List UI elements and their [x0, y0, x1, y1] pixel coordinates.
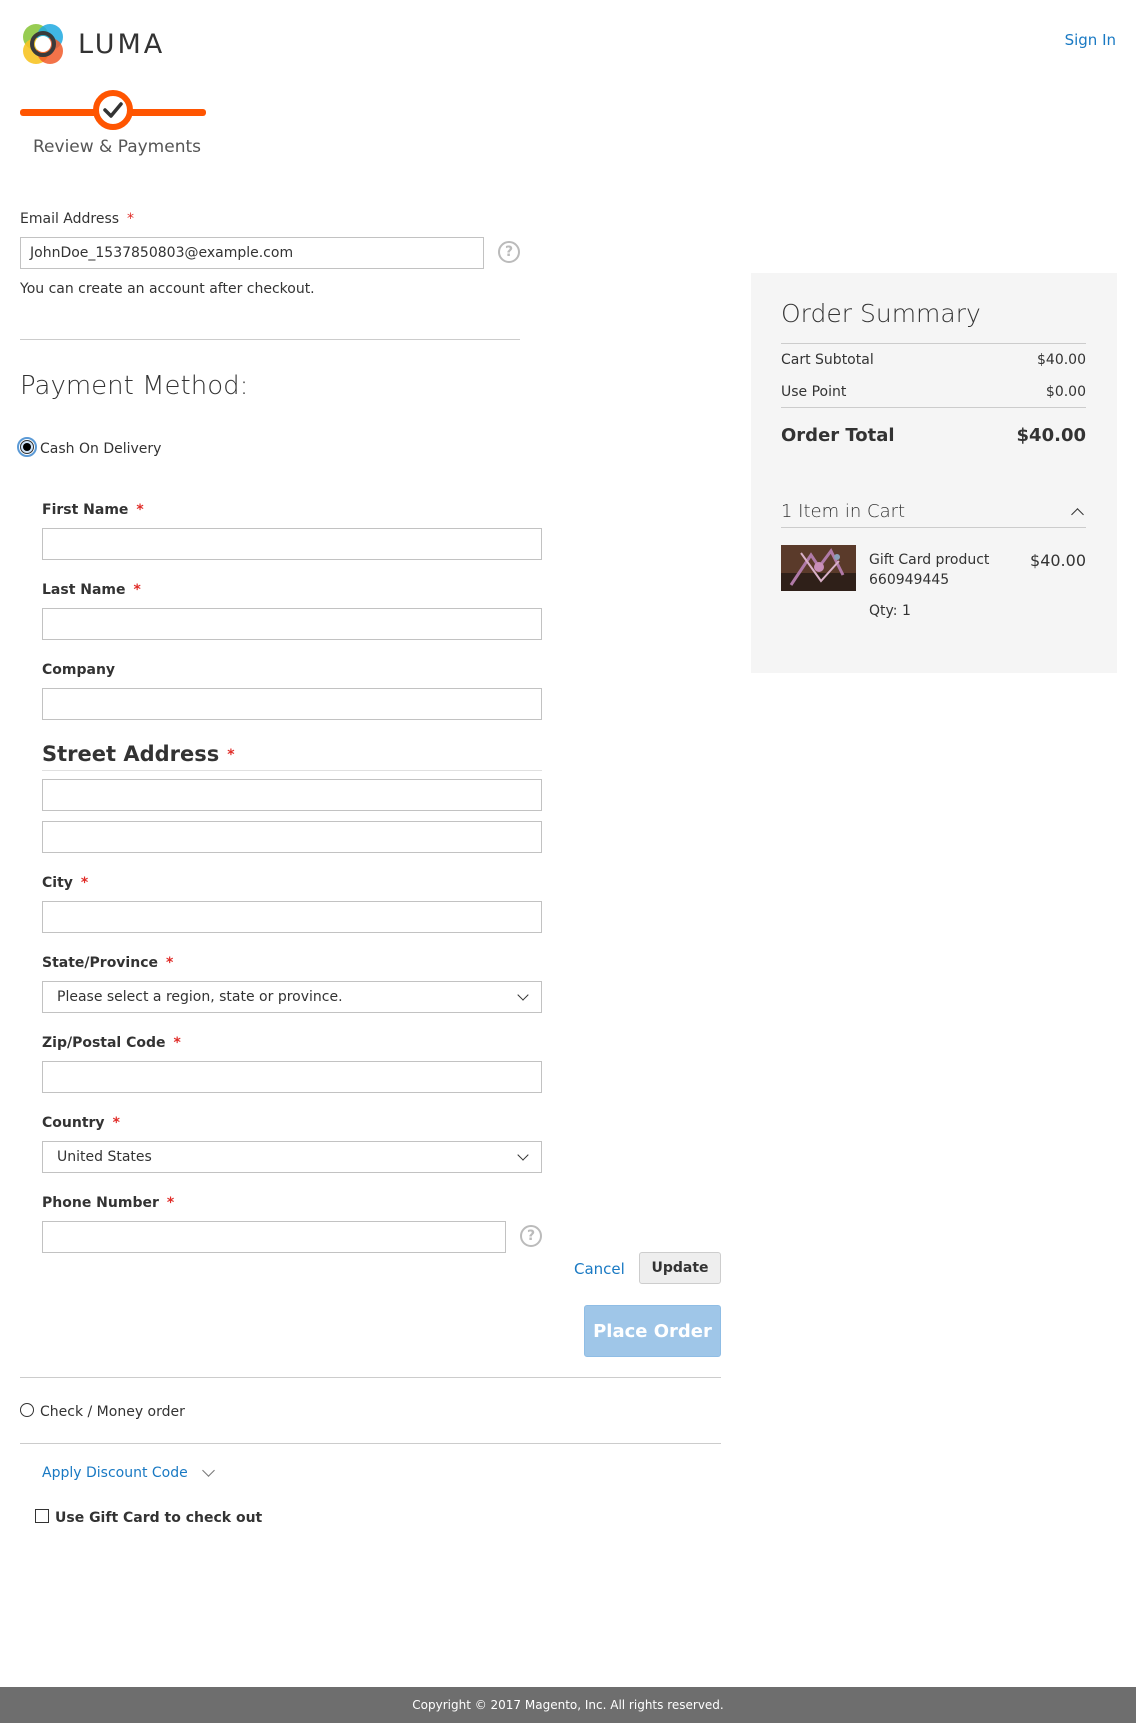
footer: Copyright © 2017 Magento, Inc. All right…	[0, 1687, 1136, 1723]
zip-label: Zip/Postal Code *	[42, 1035, 181, 1051]
progress-step-marker	[93, 90, 133, 130]
company-field[interactable]	[42, 688, 542, 720]
first-name-label: First Name *	[42, 502, 144, 518]
radio-selected-dot	[23, 443, 31, 451]
apply-discount-label[interactable]: Apply Discount Code	[42, 1465, 188, 1481]
email-note: You can create an account after checkout…	[20, 281, 315, 297]
state-label: State/Province *	[42, 955, 173, 971]
state-select[interactable]: Please select a region, state or provinc…	[42, 981, 542, 1013]
use-gift-card-checkbox[interactable]	[35, 1509, 49, 1523]
chevron-up-icon	[1071, 508, 1084, 521]
product-name: Gift Card product	[869, 552, 990, 568]
progress-step-label: Review & Payments	[33, 137, 201, 157]
required-marker: *	[127, 211, 135, 227]
divider	[20, 1443, 721, 1444]
sign-in-link[interactable]: Sign In	[1065, 31, 1116, 49]
required-marker: *	[227, 747, 235, 763]
required-marker: *	[166, 955, 174, 971]
country-label-text: Country	[42, 1115, 105, 1131]
phone-label: Phone Number *	[42, 1195, 174, 1211]
required-marker: *	[80, 875, 89, 891]
street-address-line-1[interactable]	[42, 779, 542, 811]
check-money-order-radio[interactable]	[20, 1403, 34, 1417]
cart-subtotal-value: $40.00	[1037, 352, 1086, 368]
question-icon[interactable]: ?	[520, 1225, 542, 1247]
street-address-heading-text: Street Address	[42, 742, 220, 766]
check-money-order-label[interactable]: Check / Money order	[40, 1404, 185, 1420]
zip-field[interactable]	[42, 1061, 542, 1093]
use-gift-card-label[interactable]: Use Gift Card to check out	[55, 1510, 262, 1526]
country-select-value: United States	[57, 1149, 152, 1165]
product-qty: Qty: 1	[869, 603, 911, 619]
use-point-value: $0.00	[1045, 384, 1086, 400]
phone-label-text: Phone Number	[42, 1195, 159, 1211]
order-summary-panel	[751, 273, 1117, 673]
payment-method-heading: Payment Method:	[20, 371, 249, 401]
cart-subtotal-label: Cart Subtotal	[781, 352, 874, 368]
email-label-text: Email Address	[20, 211, 120, 227]
update-button[interactable]: Update	[639, 1252, 721, 1284]
last-name-label: Last Name *	[42, 582, 141, 598]
product-thumbnail[interactable]	[781, 545, 856, 591]
cash-on-delivery-radio[interactable]	[17, 437, 37, 457]
company-label: Company	[42, 662, 116, 678]
question-icon[interactable]: ?	[498, 241, 520, 263]
cancel-link[interactable]: Cancel	[574, 1260, 625, 1278]
luma-logo-icon	[23, 24, 63, 64]
chevron-down-icon	[201, 1464, 215, 1477]
state-label-text: State/Province	[42, 955, 158, 971]
last-name-field[interactable]	[42, 608, 542, 640]
city-label-text: City	[42, 875, 73, 891]
required-marker: *	[136, 502, 144, 518]
state-select-value: Please select a region, state or provinc…	[57, 989, 343, 1005]
divider	[781, 343, 1086, 344]
phone-field[interactable]	[42, 1221, 506, 1253]
street-address-line-2[interactable]	[42, 821, 542, 853]
city-label: City *	[42, 875, 88, 891]
logo-text: LUMA	[78, 28, 166, 60]
street-divider	[42, 770, 542, 771]
country-select[interactable]: United States	[42, 1141, 542, 1173]
gift-card-product-image	[781, 545, 856, 591]
country-label: Country *	[42, 1115, 120, 1131]
checkmark-icon	[103, 102, 123, 118]
apply-discount-toggle[interactable]: Apply Discount Code	[42, 1464, 215, 1481]
order-total-label: Order Total	[781, 425, 895, 446]
required-marker: *	[166, 1195, 175, 1211]
order-summary-title: Order Summary	[781, 299, 981, 328]
product-sku: 660949445	[869, 572, 950, 588]
first-name-field[interactable]	[42, 528, 542, 560]
place-order-button[interactable]: Place Order	[584, 1305, 721, 1357]
required-marker: *	[173, 1035, 181, 1051]
divider	[20, 339, 520, 340]
items-in-cart-toggle[interactable]: 1 Item in Cart	[781, 496, 1086, 528]
divider	[20, 1377, 721, 1378]
street-address-heading: Street Address *	[42, 742, 235, 766]
chevron-down-icon	[517, 989, 529, 1001]
zip-label-text: Zip/Postal Code	[42, 1035, 166, 1051]
chevron-down-icon	[517, 1149, 529, 1161]
required-marker: *	[133, 582, 141, 598]
copyright-text: Copyright © 2017 Magento, Inc. All right…	[412, 1698, 724, 1712]
use-point-label: Use Point	[781, 384, 847, 400]
first-name-label-text: First Name	[42, 502, 129, 518]
luma-logo[interactable]: LUMA	[20, 21, 170, 67]
email-label: Email Address *	[20, 211, 134, 227]
order-total-value: $40.00	[1016, 425, 1086, 446]
divider	[781, 407, 1086, 408]
cash-on-delivery-label[interactable]: Cash On Delivery	[40, 441, 161, 457]
email-field[interactable]: JohnDoe_1537850803@example.com	[20, 237, 484, 269]
city-field[interactable]	[42, 901, 542, 933]
last-name-label-text: Last Name	[42, 582, 126, 598]
items-in-cart-label: 1 Item in Cart	[781, 501, 906, 522]
required-marker: *	[112, 1115, 120, 1131]
product-price: $40.00	[1030, 551, 1086, 570]
